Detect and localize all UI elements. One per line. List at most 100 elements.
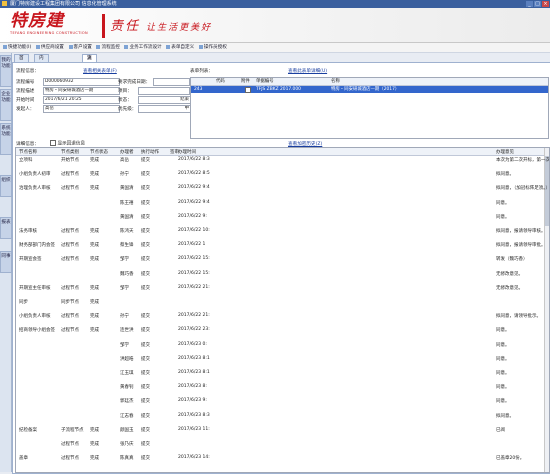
table-row[interactable]: 黄国清 提交 2017/6/22 9: 同意。 bbox=[16, 214, 544, 228]
show-rollback-checkbox[interactable] bbox=[50, 140, 56, 146]
form-list-row[interactable]: 243 TFJS ZBKZ 2017.000 特房・同安研城酒店—期（2017） bbox=[191, 86, 548, 93]
cell-opinion: 拟同意，请领导批示。 bbox=[496, 314, 541, 320]
col-code: 代码 bbox=[216, 79, 225, 84]
sidebar-tab-report[interactable]: 报表 bbox=[0, 217, 12, 239]
table-row[interactable]: 洪超皓 提交 2017/6/23 8:1 同意。 bbox=[16, 356, 544, 370]
table-row[interactable]: 郭廷杰 提交 2017/6/23 9: 同意。 bbox=[16, 398, 544, 412]
menu-item-form[interactable]: 表单自定义 bbox=[166, 43, 194, 52]
cell-handler: 孙宁 bbox=[120, 314, 129, 320]
table-row[interactable]: 邹学 提交 2017/6/23 0: 同意。 bbox=[16, 342, 544, 356]
cell-type: 过程节点 bbox=[61, 328, 79, 334]
sidebar-tab-my[interactable]: 我的功能 bbox=[0, 55, 12, 87]
flow-number-field: D000060932 bbox=[43, 78, 120, 86]
menu-item-workflow[interactable]: 业务工作流设计 bbox=[124, 43, 162, 52]
view-form-link[interactable]: 查看相关表单(F) bbox=[83, 68, 117, 74]
col-name: 名称 bbox=[331, 79, 340, 84]
cell-time: 2017/6/22 9:4 bbox=[178, 199, 210, 205]
table-row[interactable]: 立项科 开始节点 完成 高岳 提交 2017/6/22 8:3 本次为第二次开标，第一次招标… bbox=[16, 157, 549, 171]
cell-opinion: 同意。 bbox=[496, 342, 510, 348]
form-number: TFJS ZBKZ 2017.000 bbox=[256, 87, 301, 92]
table-row[interactable]: 小组负责人初审 过程节点 完成 孙宁 提交 2017/6/22 8:5 拟同意。 bbox=[16, 171, 544, 185]
cell-node: 同步 bbox=[19, 300, 28, 305]
table-row[interactable]: 魏巧香 提交 2017/6/22 15: 无修改意见。 bbox=[16, 271, 544, 285]
form-list-header: 代码 附件 单据编号 名称 bbox=[191, 78, 548, 86]
logo-subtext: TEFANG ENGINEERING CONSTRUCTION bbox=[10, 31, 88, 35]
cell-opinion: 拟同意，（加冠标阵足须。） bbox=[496, 186, 550, 192]
sidebar-tab-colleague[interactable]: 同事 bbox=[0, 251, 12, 273]
cell-action: 提交 bbox=[141, 413, 150, 419]
tab-flow-info[interactable]: 流程信息查看 bbox=[82, 54, 97, 96]
cell-type: 子流程节点 bbox=[61, 427, 84, 433]
menu-item-auth[interactable]: 操作员授权 bbox=[198, 43, 227, 52]
cell-action: 提交 bbox=[141, 399, 150, 405]
finish-date-label: 要求完成日期： bbox=[118, 80, 151, 85]
attachment-checkbox[interactable] bbox=[245, 87, 251, 93]
cell-time: 2017/6/23 8:1 bbox=[178, 355, 210, 361]
cell-action: 提交 bbox=[141, 186, 150, 192]
cell-state: 完成 bbox=[90, 456, 99, 462]
cell-node: 立项科 bbox=[19, 158, 33, 163]
sidebar-tab-org[interactable]: 组织 bbox=[0, 175, 12, 197]
priority-field: 中 bbox=[138, 105, 191, 113]
history-scrollbar[interactable] bbox=[544, 148, 549, 472]
cell-action: 提交 bbox=[141, 356, 150, 362]
cell-opinion: 已阅 bbox=[496, 427, 505, 433]
minimize-icon[interactable]: _ bbox=[526, 1, 533, 7]
cell-node: 开期宣主任审核 bbox=[19, 285, 51, 291]
table-row[interactable]: 小组负责人审核 过程节点 完成 孙宁 提交 2017/6/22 21: 拟同意，请领导批示。 bbox=[16, 313, 544, 327]
cell-opinion: 同意。 bbox=[496, 356, 510, 362]
cell-time: 2017/6/22 1 bbox=[178, 242, 206, 248]
menu-item-customer[interactable]: 客户设置 bbox=[68, 43, 92, 52]
cell-type: 过程节点 bbox=[61, 229, 79, 234]
flow-desc-field: 特房・同安研城酒店—期 bbox=[43, 87, 120, 95]
cell-action: 提交 bbox=[141, 427, 150, 433]
view-form-detail-link[interactable]: 查看此表单详细(U) bbox=[288, 68, 327, 74]
menu-item-quick[interactable]: 快捷功能(I) bbox=[3, 43, 31, 52]
table-row[interactable]: 过程节点 完成 张乃庆 提交 bbox=[16, 441, 544, 455]
sidebar-tab-enterprise[interactable]: 企业功能 bbox=[0, 89, 12, 121]
supplier-icon bbox=[35, 44, 40, 49]
table-row[interactable]: 陈王禧 提交 2017/6/22 9:4 同意。 bbox=[16, 200, 544, 214]
cell-type: 同步节点 bbox=[61, 300, 79, 305]
cell-type: 开始节点 bbox=[61, 158, 79, 163]
close-icon[interactable]: × bbox=[542, 1, 549, 7]
table-row[interactable]: 开期宣会签 过程节点 完成 邹学 提交 2017/6/22 15: 转发（魏巧香） bbox=[16, 256, 544, 270]
cell-time: 2017/6/22 23: bbox=[178, 327, 210, 333]
table-row[interactable]: 招商领导小组会签 过程节点 完成 连世洪 提交 2017/6/22 23: 同意。 bbox=[16, 327, 544, 341]
tab-home[interactable]: 首页 bbox=[14, 54, 29, 68]
start-time-label: 开始时间 bbox=[16, 98, 35, 103]
cell-opinion: 同意。 bbox=[496, 328, 510, 334]
cell-action: 提交 bbox=[141, 271, 150, 277]
menu-item-monitor[interactable]: 流程监控 bbox=[96, 43, 120, 52]
sidebar-tab-system[interactable]: 系统功能 bbox=[0, 123, 12, 155]
cell-time: 2017/6/22 21: bbox=[178, 284, 210, 290]
logo-text: 特房建 bbox=[10, 11, 64, 31]
table-row[interactable]: 同步 同步节点 完成 bbox=[16, 299, 544, 313]
table-row[interactable]: 财务部部门内会签 过程节点 完成 蔡生锋 提交 2017/6/22 1 拟同意，报请领导审批… bbox=[16, 242, 546, 256]
menu-item-supplier[interactable]: 供应商设置 bbox=[35, 43, 64, 52]
form-icon bbox=[166, 44, 171, 49]
logo-divider bbox=[102, 14, 105, 38]
table-row[interactable]: 黄春钊 提交 2017/6/23 8: 同意。 bbox=[16, 384, 544, 398]
finish-date-field bbox=[153, 78, 190, 86]
table-row[interactable]: 纪检备案 子流程节点 完成 颜国玉 提交 2017/6/23 11: 已阅 bbox=[16, 427, 544, 441]
status-label: 状态： bbox=[118, 98, 132, 103]
table-row[interactable]: 江志春 提交 2017/6/23 8:3 拟同意。 bbox=[16, 413, 544, 427]
show-rollback-toggle[interactable]: 显示回退信息 bbox=[50, 140, 85, 147]
table-row[interactable]: 江玉琪 提交 2017/6/23 8:1 同意。 bbox=[16, 370, 544, 384]
cell-state: 完成 bbox=[90, 229, 99, 234]
cell-action: 提交 bbox=[141, 200, 150, 206]
cell-time: 2017/6/23 8:1 bbox=[178, 370, 210, 375]
table-row[interactable]: 治理负责人审核 过程节点 完成 黄国清 提交 2017/6/22 9:4 拟同意，（加冠标阵… bbox=[16, 185, 549, 199]
table-row[interactable]: 法务审核 过程节点 完成 陈鸿天 提交 2017/6/22 10: 拟同意，报请领导审核。 bbox=[16, 228, 546, 242]
tab-trademark[interactable]: 内部商标文件 bbox=[34, 54, 49, 96]
cell-handler: 江玉琪 bbox=[120, 371, 134, 376]
cell-handler: 郭廷杰 bbox=[120, 399, 134, 405]
table-row[interactable]: 盖章 过程节点 完成 陈真真 提交 2017/6/23 14: 已盖章20份。 bbox=[16, 455, 544, 469]
table-row[interactable]: 开期宣主任审核 过程节点 完成 邹学 提交 2017/6/22 21: 无修改意见。 bbox=[16, 285, 544, 299]
maximize-icon[interactable]: □ bbox=[534, 1, 541, 7]
cell-opinion: 转发（魏巧香） bbox=[496, 257, 528, 263]
cell-handler: 陈鸿天 bbox=[120, 229, 134, 234]
cell-action: 提交 bbox=[141, 229, 150, 234]
cell-time: 2017/6/22 8:5 bbox=[178, 171, 210, 177]
